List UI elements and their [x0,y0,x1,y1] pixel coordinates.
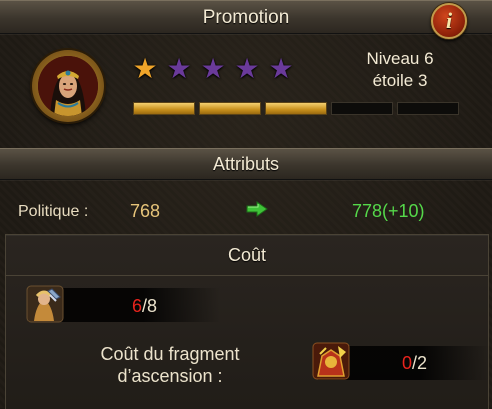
info-glyph: i [445,8,453,33]
fragment-owned: 0 [402,353,413,373]
hero-token-owned: 6 [132,296,143,316]
attributes-header: Attributs [0,148,492,180]
hero-token-icon[interactable] [26,285,64,323]
level-label: Niveau 6 [366,49,434,68]
fragment-cost-label-line1: Coût du fragment [100,344,240,364]
cost-header: Coût [6,235,488,276]
attributes-title: Attributs [212,154,280,174]
attribute-label: Politique : [18,203,89,220]
progress-segment [133,102,195,115]
green-arrow-icon [246,201,268,217]
promotion-header: Promotion [0,0,492,34]
promotion-panel: Promotion i ★ ★ ★ ★ ★ Niveau 6 étoile 3 … [0,0,492,409]
info-icon[interactable]: i [431,3,467,39]
hero-token-required: /8 [142,296,158,316]
cost-title: Coût [227,245,267,265]
fragment-cost-label-line2: d’ascension : [117,366,223,386]
star-empty-icon: ★ [200,53,226,84]
progress-segment [397,102,459,115]
star-empty-icon: ★ [268,53,294,84]
attribute-current-value: 768 [130,201,161,221]
star-filled-icon: ★ [132,53,158,84]
ascension-fragment-icon[interactable] [312,342,350,380]
star-empty-icon: ★ [166,53,192,84]
progress-segment [265,102,327,115]
star-empty-icon: ★ [234,53,260,84]
hero-token-count: 6/8 [132,296,157,317]
hero-portrait-icon [38,56,98,116]
hero-avatar[interactable] [32,50,104,122]
fragment-count: 0/2 [402,353,427,374]
attribute-new-value: 778(+10) [352,201,425,221]
fragment-required: /2 [412,353,428,373]
progress-segment [199,102,261,115]
star-level-label: étoile 3 [372,71,428,90]
promotion-title: Promotion [202,7,290,28]
progress-segment [331,102,393,115]
fragment-cost-label: Coût du fragment d’ascension : [60,343,280,387]
